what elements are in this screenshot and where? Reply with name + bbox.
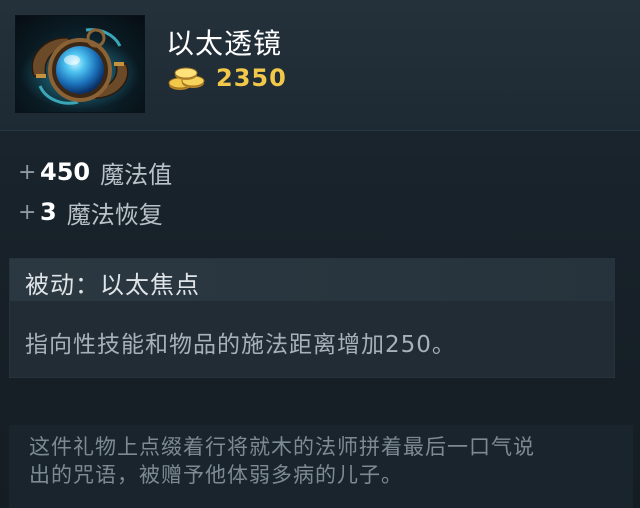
plus-icon: + — [18, 159, 37, 185]
ability-title: 被动：以太焦点 — [25, 271, 200, 299]
item-tooltip: 以太透镜 2350 + 450 魔法值 + 3 魔法恢复 被动：以太焦点 指向性… — [0, 0, 640, 508]
stat-value: 3 — [40, 198, 57, 226]
stats-list: + 450 魔法值 + 3 魔法恢复 — [18, 152, 172, 232]
stat-value: 450 — [40, 158, 91, 186]
ability-description: 指向性技能和物品的施法距离增加250。 — [25, 332, 456, 358]
lore-text: 这件礼物上点缀着行将就木的法师拼着最后一口气说 出的咒语，被赠予他体弱多病的儿子… — [29, 433, 619, 489]
ability-title-bar: 被动：以太焦点 — [10, 259, 614, 301]
passive-ability: 被动：以太焦点 指向性技能和物品的施法距离增加250。 — [9, 258, 615, 378]
stat-label: 魔法恢复 — [66, 200, 163, 229]
stat-mana-regen: + 3 魔法恢复 — [18, 192, 172, 232]
plus-icon: + — [18, 199, 37, 225]
tooltip-header: 以太透镜 2350 — [0, 0, 640, 131]
lore-box: 这件礼物上点缀着行将就木的法师拼着最后一口气说 出的咒语，被赠予他体弱多病的儿子… — [9, 425, 633, 508]
lore-line: 出的咒语，被赠予他体弱多病的儿子。 — [29, 463, 403, 487]
item-cost: 2350 — [166, 62, 287, 94]
stat-mana: + 450 魔法值 — [18, 152, 172, 192]
gold-coins-icon — [166, 63, 208, 93]
aether-lens-icon — [15, 15, 145, 113]
stat-label: 魔法值 — [100, 160, 173, 189]
cost-value: 2350 — [216, 64, 287, 92]
item-name: 以太透镜 — [166, 27, 283, 60]
lore-line: 这件礼物上点缀着行将就木的法师拼着最后一口气说 — [29, 435, 535, 459]
